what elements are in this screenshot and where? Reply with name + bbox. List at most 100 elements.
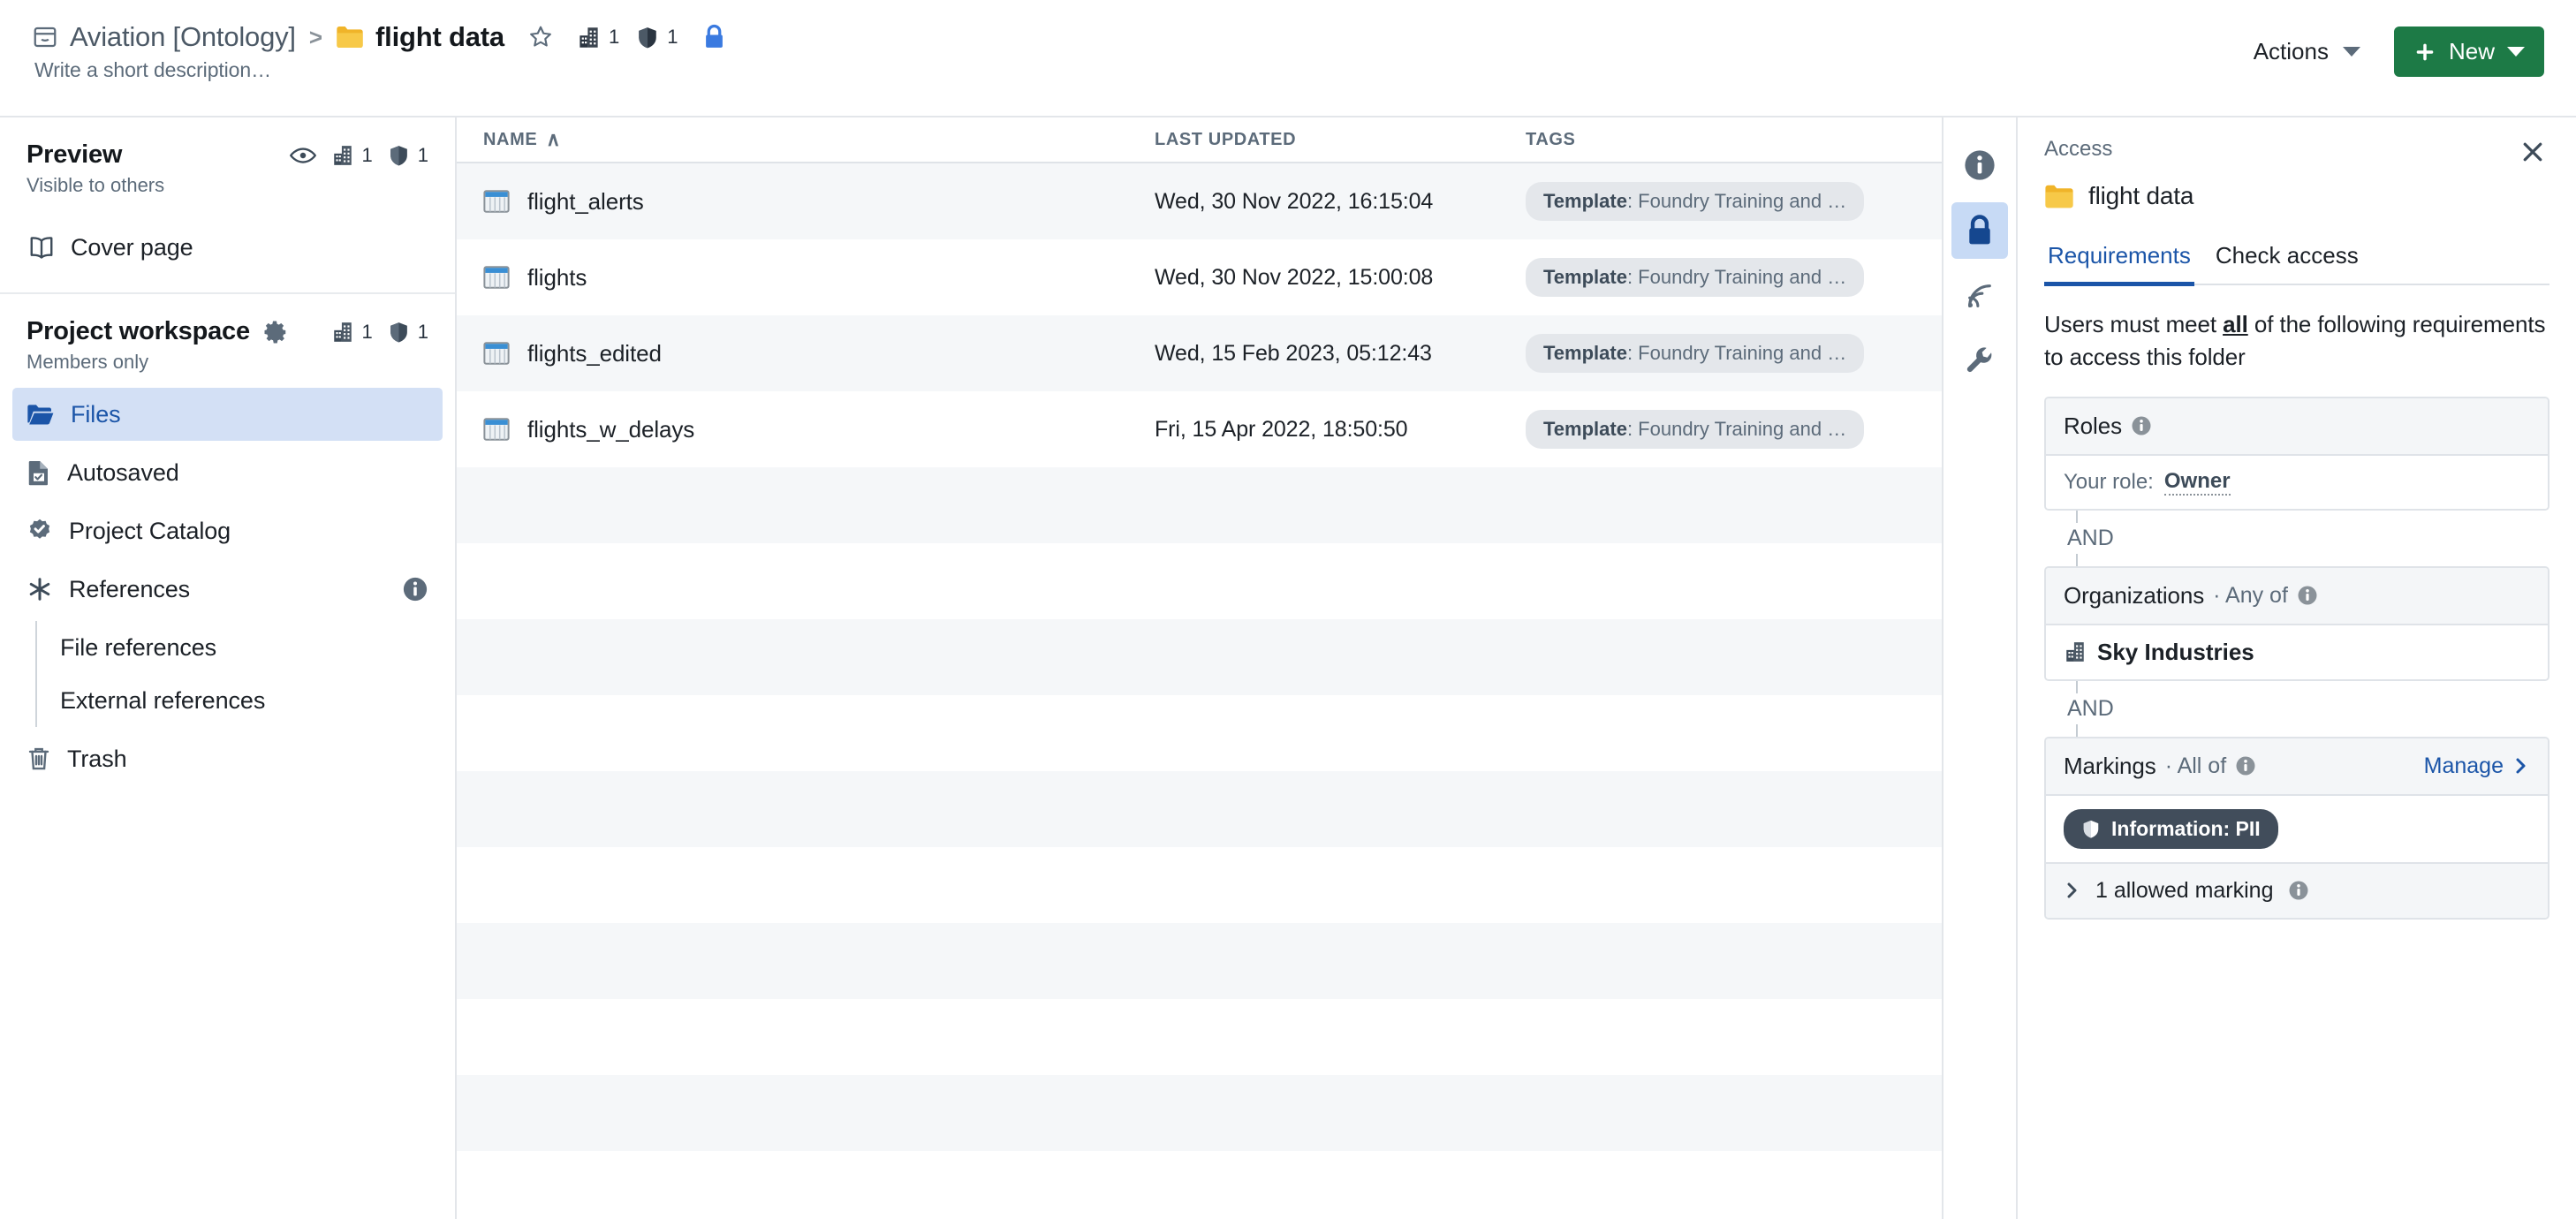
rail-button-feed[interactable]	[1951, 268, 2008, 324]
sidebar-subitem-file-references[interactable]: File references	[37, 621, 455, 674]
column-header-label: NAME	[483, 129, 538, 149]
table-body: flight_alerts Wed, 30 Nov 2022, 16:15:04 T…	[457, 163, 1942, 1219]
column-header-name[interactable]: NAME ∧	[457, 128, 1155, 151]
app-root: Aviation [Ontology] > flight data 1 1 Wr…	[0, 0, 2576, 1219]
file-name[interactable]: flights_w_delays	[527, 416, 694, 443]
sidebar-item-label: Cover page	[71, 233, 193, 261]
preview-header: Preview 1 1	[27, 140, 428, 170]
tab-label: Requirements	[2048, 242, 2191, 269]
top-bar: Aviation [Ontology] > flight data 1 1 Wr…	[0, 0, 2576, 116]
cell-tags: Template: Foundry Training and …	[1526, 258, 1942, 297]
sidebar-subitem-external-references[interactable]: External references	[37, 674, 455, 727]
folder-open-icon	[27, 402, 55, 427]
sidebar-item-references[interactable]: References	[12, 563, 443, 616]
requirement-card-roles: Roles Your role: Owner	[2044, 396, 2549, 511]
tag-chip[interactable]: Template: Foundry Training and …	[1526, 182, 1865, 221]
markings-card-title: Markings	[2064, 752, 2156, 779]
last-updated-value: Wed, 30 Nov 2022, 15:00:08	[1155, 264, 1434, 290]
manage-markings-link[interactable]: Manage	[2424, 753, 2530, 779]
table-row[interactable]: flights Wed, 30 Nov 2022, 15:00:08 Templat…	[457, 239, 1942, 315]
document-check-icon	[27, 459, 51, 486]
file-name[interactable]: flight_alerts	[527, 188, 644, 216]
organization-icon	[331, 144, 354, 167]
folder-icon	[2044, 184, 2074, 209]
dataset-icon	[483, 190, 510, 213]
dataset-icon	[483, 418, 510, 441]
rail-button-info[interactable]	[1951, 137, 2008, 193]
new-button-label: New	[2448, 38, 2495, 64]
file-name[interactable]: flights_edited	[527, 340, 662, 367]
column-header-label: LAST UPDATED	[1155, 129, 1297, 149]
info-icon	[1963, 148, 1996, 182]
new-button[interactable]: New	[2393, 26, 2544, 77]
connector-line-bottom	[2076, 723, 2078, 737]
breadcrumb: Aviation [Ontology] > flight data 1 1	[32, 21, 726, 53]
sidebar-item-project-catalog[interactable]: Project Catalog	[12, 504, 443, 557]
tab-label: Check access	[2215, 242, 2359, 269]
markings-card-header: Markings · All of Manage	[2046, 738, 2548, 796]
sidebar-item-cover-page[interactable]: Cover page	[27, 215, 416, 268]
access-panel-header: Access	[2044, 137, 2549, 171]
intro-before: Users must meet	[2044, 311, 2224, 337]
cell-name: flights_edited	[457, 340, 1155, 367]
lock-icon[interactable]	[702, 24, 726, 50]
table-row-empty	[457, 543, 1942, 619]
rail-button-access[interactable]	[1951, 202, 2008, 259]
top-bar-actions: Actions New	[2243, 26, 2544, 77]
actions-button[interactable]: Actions	[2243, 28, 2371, 75]
last-updated-value: Wed, 15 Feb 2023, 05:12:43	[1155, 340, 1432, 366]
tag-chip[interactable]: Template: Foundry Training and …	[1526, 258, 1865, 297]
preview-subtitle: Visible to others	[27, 174, 165, 196]
chevron-right-icon	[2064, 880, 2081, 901]
file-table: NAME ∧ LAST UPDATED TAGS flight_alerts We…	[457, 116, 1942, 1219]
file-name[interactable]: flights	[527, 264, 587, 292]
tag-chip[interactable]: Template: Foundry Training and …	[1526, 410, 1865, 449]
shield-icon	[388, 144, 410, 167]
table-row[interactable]: flights_w_delays Fri, 15 Apr 2022, 18:50:…	[457, 391, 1942, 467]
tab-check-access[interactable]: Check access	[2212, 238, 2362, 284]
table-row[interactable]: flight_alerts Wed, 30 Nov 2022, 16:15:04 T…	[457, 163, 1942, 239]
sidebar-item-trash[interactable]: Trash	[12, 732, 443, 785]
sidebar-item-files[interactable]: Files	[12, 388, 443, 441]
sidebar-item-label: Autosaved	[67, 458, 179, 486]
column-header-tags[interactable]: TAGS	[1526, 130, 1942, 150]
breadcrumb-parent[interactable]: Aviation [Ontology]	[70, 21, 296, 53]
info-icon[interactable]	[2288, 880, 2309, 901]
preview-title: Preview	[27, 140, 123, 169]
table-row-empty	[457, 923, 1942, 999]
star-icon[interactable]	[527, 24, 554, 50]
description-placeholder[interactable]: Write a short description…	[32, 58, 726, 82]
sidebar-subitem-label: External references	[60, 686, 266, 714]
sidebar-item-label: Project Catalog	[69, 517, 231, 544]
chevron-down-icon	[2507, 47, 2525, 57]
shield-icon	[388, 321, 410, 344]
marking-chip[interactable]: Information: PII	[2064, 808, 2278, 849]
info-icon[interactable]	[402, 576, 428, 602]
last-updated-value: Fri, 15 Apr 2022, 18:50:50	[1155, 416, 1408, 442]
preview-marking-count: 1	[417, 143, 428, 166]
table-row[interactable]: flights_edited Wed, 15 Feb 2023, 05:12:43…	[457, 315, 1942, 391]
info-icon[interactable]	[2131, 415, 2152, 436]
your-role-value[interactable]: Owner	[2163, 469, 2231, 496]
wrench-icon	[1965, 346, 1995, 376]
close-icon[interactable]	[2516, 137, 2549, 171]
sidebar-item-label: References	[69, 575, 191, 602]
plus-icon	[2413, 41, 2436, 64]
column-header-last-updated[interactable]: LAST UPDATED	[1155, 130, 1526, 150]
access-panel: Access flight data Requirements Check ac…	[2018, 116, 2576, 1219]
tag-chip[interactable]: Template: Foundry Training and …	[1526, 334, 1865, 373]
rail-button-tools[interactable]	[1951, 333, 2008, 390]
table-row-empty	[457, 1151, 1942, 1219]
sidebar-item-autosaved[interactable]: Autosaved	[12, 446, 443, 499]
tab-requirements[interactable]: Requirements	[2044, 238, 2194, 286]
organization-meta: 1	[577, 26, 619, 49]
gear-icon[interactable]	[262, 319, 289, 345]
info-icon[interactable]	[2297, 585, 2318, 606]
breadcrumb-area: Aviation [Ontology] > flight data 1 1 Wr…	[32, 16, 726, 82]
allowed-markings-row[interactable]: 1 allowed marking	[2046, 861, 2548, 918]
workspace-header: Project workspace 1 1	[27, 317, 428, 346]
marking-count: 1	[667, 26, 678, 48]
breadcrumb-separator: >	[308, 23, 323, 50]
column-header-label: TAGS	[1526, 129, 1576, 149]
info-icon[interactable]	[2235, 755, 2256, 776]
